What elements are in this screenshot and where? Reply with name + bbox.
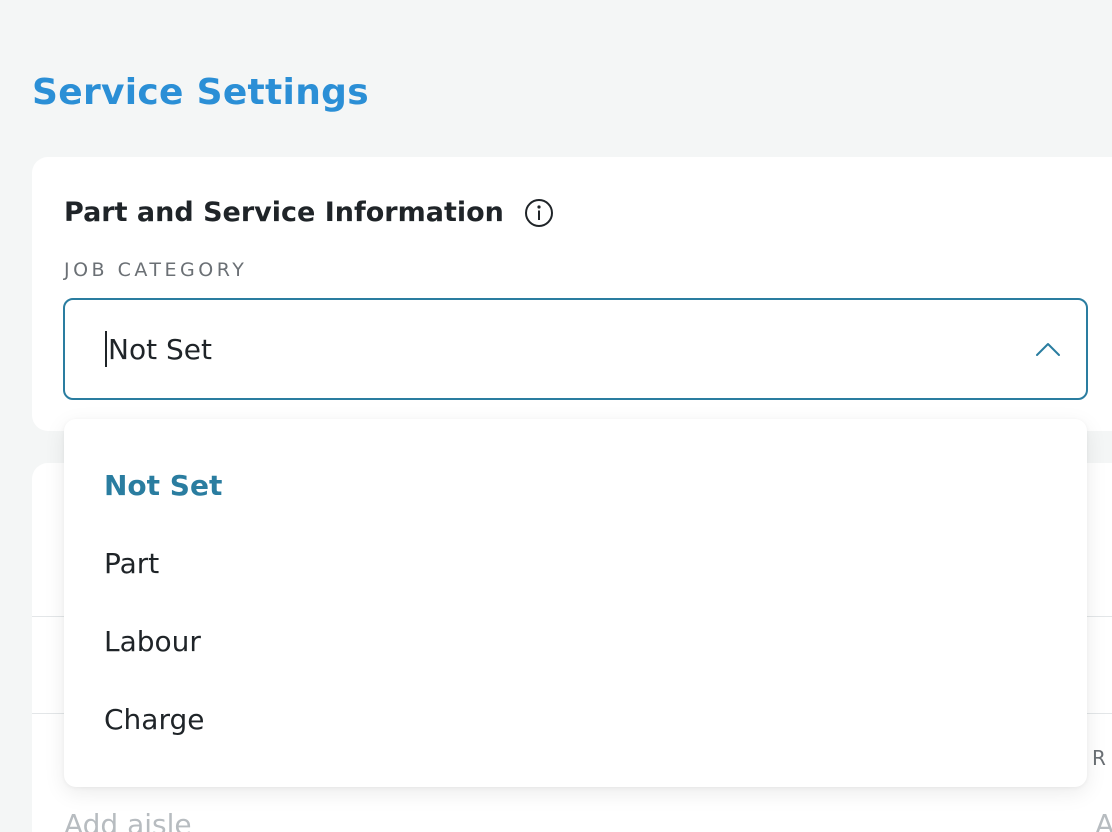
option-labour[interactable]: Labour xyxy=(104,625,201,658)
job-category-select[interactable]: Not Set xyxy=(63,298,1088,400)
text-cursor xyxy=(105,331,107,367)
part-service-card: Part and Service Information JOB CATEGOR… xyxy=(32,157,1112,431)
job-category-value: Not Set xyxy=(108,332,212,366)
page-title: Service Settings xyxy=(32,72,369,113)
aisle-input-placeholder[interactable]: Add aisle xyxy=(64,808,192,832)
service-settings-page: Service Settings Part and Service Inform… xyxy=(0,0,1112,832)
option-part[interactable]: Part xyxy=(104,547,159,580)
chevron-up-icon[interactable] xyxy=(1034,336,1062,364)
job-category-dropdown: Not Set Part Labour Charge xyxy=(64,419,1087,787)
option-charge[interactable]: Charge xyxy=(104,703,204,736)
info-circle-icon[interactable] xyxy=(524,198,554,228)
job-category-label: JOB CATEGORY xyxy=(64,259,248,281)
card-title: Part and Service Information xyxy=(64,197,504,228)
column-label-fragment: R xyxy=(1092,746,1108,770)
option-not-set[interactable]: Not Set xyxy=(104,469,222,502)
right-input-placeholder[interactable]: A xyxy=(1095,808,1112,832)
card-header: Part and Service Information xyxy=(64,197,554,228)
